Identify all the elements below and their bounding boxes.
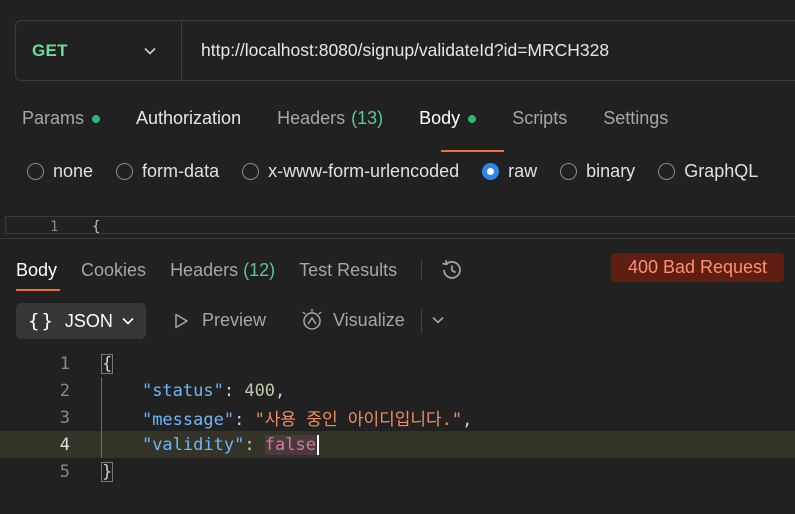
radio-icon	[560, 163, 578, 180]
tab-label: Body	[16, 259, 58, 280]
status-badge[interactable]: 400 Bad Request	[611, 253, 784, 282]
radio-graphql[interactable]: GraphQL	[658, 161, 758, 182]
active-response-tab-indicator	[16, 289, 60, 291]
active-tab-indicator	[441, 150, 504, 152]
url-bar: GET http://localhost:8080/signup/validat…	[15, 20, 795, 81]
json-key: "status"	[141, 380, 224, 401]
tab-label: Body	[419, 108, 461, 128]
radio-label: form-data	[142, 161, 220, 181]
response-tabs: Body Cookies Headers (12) Test Results	[16, 257, 465, 283]
format-label: JSON	[64, 310, 113, 331]
tab-label: Cookies	[81, 259, 147, 280]
preview-button[interactable]: Preview	[172, 310, 266, 331]
visualize-label: Visualize	[333, 309, 405, 330]
radio-label: none	[53, 161, 94, 181]
pane-divider[interactable]	[0, 238, 795, 239]
tab-label: Authorization	[136, 108, 242, 128]
preview-label: Preview	[202, 310, 267, 330]
tab-body[interactable]: Body	[419, 108, 477, 129]
radio-binary[interactable]: binary	[560, 161, 635, 182]
radio-label: raw	[508, 161, 538, 181]
tab-count: (13)	[351, 108, 384, 128]
tab-scripts[interactable]: Scripts	[512, 108, 567, 129]
radio-icon	[242, 163, 260, 180]
method-select[interactable]: GET	[16, 21, 182, 80]
radio-selected-icon	[482, 163, 500, 180]
tab-test-results[interactable]: Test Results	[299, 260, 397, 281]
open-brace: {	[101, 353, 114, 374]
code-line: 2 "status": 400,	[0, 377, 795, 404]
format-dropdown[interactable]: {} JSON	[16, 303, 146, 339]
tab-response-headers[interactable]: Headers (12)	[170, 260, 275, 281]
radio-icon	[116, 163, 134, 180]
request-body-editor[interactable]: 1 {	[5, 216, 795, 234]
code-line: 3 "message": "사용 중인 아이디입니다.",	[0, 404, 795, 431]
radio-label: binary	[586, 161, 636, 181]
tab-authorization[interactable]: Authorization	[136, 108, 241, 129]
code-line: 1 {	[0, 350, 795, 377]
tab-label: Headers	[277, 108, 346, 128]
code-line-active: 4 "validity": false	[0, 431, 795, 458]
tab-params[interactable]: Params	[22, 108, 101, 129]
chevron-down-icon[interactable]	[431, 313, 445, 327]
json-punct: ,	[462, 410, 473, 430]
close-brace: }	[101, 461, 114, 482]
line-number: 4	[59, 434, 70, 455]
status-dot-icon	[468, 114, 477, 123]
indent-guide	[101, 377, 102, 458]
tab-headers[interactable]: Headers (13)	[277, 108, 383, 129]
chevron-down-icon	[144, 47, 156, 55]
tab-label: Headers	[170, 259, 239, 280]
radio-label: GraphQL	[684, 161, 759, 181]
tab-response-body[interactable]: Body	[16, 260, 57, 281]
json-value: "사용 중인 아이디입니다."	[254, 410, 463, 430]
radio-form-data[interactable]: form-data	[116, 161, 219, 182]
chevron-down-icon	[122, 317, 134, 325]
radio-label: x-www-form-urlencoded	[268, 161, 460, 181]
url-input[interactable]: http://localhost:8080/signup/validateId?…	[201, 40, 609, 61]
line-number: 1	[50, 219, 59, 234]
code-line: 5 }	[0, 458, 795, 485]
radio-raw[interactable]: raw	[482, 161, 537, 182]
radio-icon	[658, 163, 676, 180]
tab-label: Scripts	[512, 108, 568, 128]
tab-count: (12)	[243, 259, 276, 280]
editor-text: {	[92, 219, 101, 234]
line-number: 2	[59, 380, 70, 401]
json-punct: ,	[275, 380, 286, 401]
separator	[421, 309, 422, 333]
response-body-viewer[interactable]: 1 { 2 "status": 400, 3 "message": "사용 중인…	[0, 350, 795, 485]
text-cursor	[316, 434, 319, 455]
radio-x-www-form-urlencoded[interactable]: x-www-form-urlencoded	[242, 161, 459, 182]
tab-cookies[interactable]: Cookies	[81, 260, 146, 281]
tab-label: Test Results	[299, 259, 398, 280]
radio-icon	[27, 163, 44, 180]
radio-none[interactable]: none	[27, 161, 93, 182]
history-icon[interactable]	[439, 257, 465, 283]
status-dot-icon	[92, 114, 101, 123]
body-type-radios: none form-data x-www-form-urlencoded raw…	[27, 161, 781, 182]
separator	[421, 260, 423, 280]
tab-label: Settings	[603, 108, 669, 128]
visualize-icon	[302, 309, 322, 330]
json-key: "message"	[141, 410, 235, 430]
request-tabs: Params Authorization Headers (13) Body S…	[22, 108, 704, 129]
method-label: GET	[32, 40, 68, 60]
line-number: 3	[59, 407, 70, 428]
json-value: false	[264, 434, 316, 455]
json-braces-icon: {}	[28, 310, 55, 332]
line-number: 5	[59, 461, 70, 482]
json-value: 400	[244, 380, 276, 401]
tab-settings[interactable]: Settings	[603, 108, 668, 129]
play-icon	[175, 313, 188, 328]
json-key: "validity"	[141, 434, 245, 455]
tab-label: Params	[22, 108, 85, 128]
line-number: 1	[59, 353, 70, 374]
visualize-button[interactable]: Visualize	[300, 308, 405, 332]
